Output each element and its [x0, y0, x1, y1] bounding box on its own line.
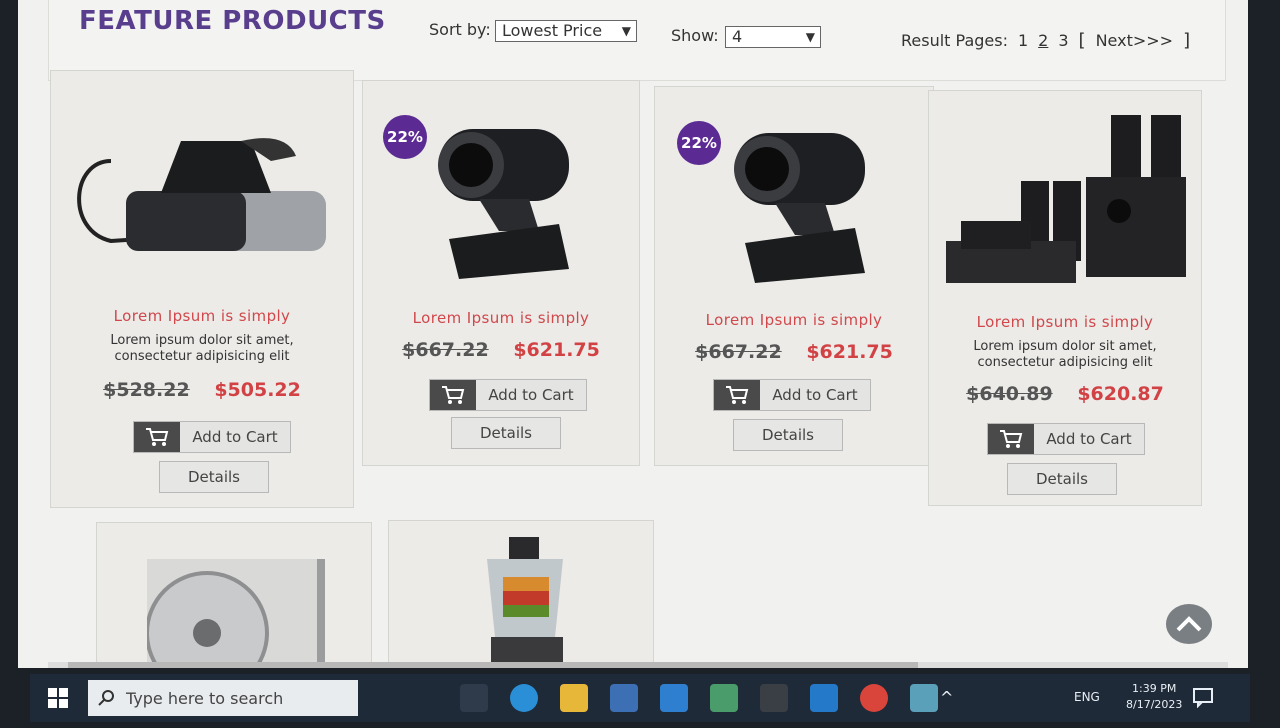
page-link-1[interactable]: 1 [1018, 31, 1028, 50]
product-card [96, 522, 372, 668]
chevron-up-icon [1176, 616, 1202, 632]
vscode-icon[interactable] [810, 684, 838, 712]
blender-image[interactable] [475, 537, 575, 667]
price-row: $667.22 $621.75 [655, 341, 933, 363]
add-to-cart-label: Add to Cart [772, 386, 858, 404]
windows-start-icon[interactable] [48, 688, 68, 708]
old-price: $667.22 [695, 341, 782, 363]
terminal-icon[interactable] [760, 684, 788, 712]
show-select-value: 4 [732, 27, 743, 46]
webcam-image[interactable] [419, 119, 579, 289]
product-toolbar: FEATURE PRODUCTS Sort by: Lowest Price ▼… [48, 0, 1226, 81]
pagination: Result Pages: 1 2 3 [ Next>>> ] [901, 30, 1190, 51]
page-link-2[interactable]: 2 [1038, 31, 1048, 50]
product-title[interactable]: Lorem Ipsum is simply [929, 313, 1201, 331]
chevron-down-icon: ▼ [621, 24, 631, 38]
language-indicator[interactable]: ENG [1074, 690, 1100, 704]
product-card: 22% Lorem Ipsum is simply $667.22 $621.7… [362, 80, 640, 466]
store-icon[interactable] [610, 684, 638, 712]
search-placeholder: Type here to search [126, 688, 284, 708]
webcam-image[interactable] [715, 123, 875, 293]
mail-icon[interactable] [660, 684, 688, 712]
cart-icon [988, 424, 1034, 454]
details-button[interactable]: Details [733, 419, 843, 451]
sort-label: Sort by: [429, 20, 491, 39]
next-page-link[interactable]: Next>>> [1096, 31, 1174, 50]
speakers-image[interactable] [941, 111, 1191, 301]
page-title: FEATURE PRODUCTS [79, 6, 386, 36]
cart-icon [714, 380, 760, 410]
new-price: $620.87 [1077, 383, 1164, 405]
product-title[interactable]: Lorem Ipsum is simply [51, 307, 353, 325]
add-to-cart-label: Add to Cart [1046, 430, 1132, 448]
product-description: Lorem ipsum dolor sit amet, consectetur … [110, 333, 294, 364]
new-price: $505.22 [214, 379, 301, 401]
scroll-to-top-button[interactable] [1166, 604, 1212, 644]
bracket-close: ] [1183, 30, 1191, 51]
sort-select-value: Lowest Price [502, 21, 603, 40]
product-description: Lorem ipsum dolor sit amet, consectetur … [973, 339, 1157, 370]
chevron-up-icon[interactable]: ^ [940, 688, 953, 707]
chevron-down-icon: ▼ [805, 30, 815, 44]
show-label: Show: [671, 26, 719, 45]
add-to-cart-label: Add to Cart [192, 428, 278, 446]
price-row: $528.22 $505.22 [51, 379, 353, 401]
old-price: $640.89 [966, 383, 1053, 405]
photos-icon[interactable] [710, 684, 738, 712]
browser-viewport: FEATURE PRODUCTS Sort by: Lowest Price ▼… [18, 0, 1248, 668]
task-view-icon[interactable] [460, 684, 488, 712]
cart-icon [430, 380, 476, 410]
add-to-cart-button[interactable]: Add to Cart [429, 379, 587, 411]
steam-iron-image[interactable] [71, 121, 331, 271]
old-price: $667.22 [402, 339, 489, 361]
add-to-cart-button[interactable]: Add to Cart [713, 379, 871, 411]
new-price: $621.75 [513, 339, 600, 361]
taskbar-search-input[interactable]: Type here to search [88, 680, 358, 716]
clock-date[interactable]: 8/17/2023 [1126, 698, 1182, 711]
scrollbar-thumb[interactable] [68, 662, 918, 668]
add-to-cart-button[interactable]: Add to Cart [987, 423, 1145, 455]
result-pages-label: Result Pages: [901, 31, 1008, 50]
edge-icon[interactable] [510, 684, 538, 712]
product-card: Lorem Ipsum is simply Lorem ipsum dolor … [928, 90, 1202, 506]
app-icon[interactable] [910, 684, 938, 712]
product-card [388, 520, 654, 668]
add-to-cart-label: Add to Cart [488, 386, 574, 404]
price-row: $667.22 $621.75 [363, 339, 639, 361]
notification-icon[interactable] [1192, 686, 1214, 708]
taskbar: Type here to search ^ ENG 1:39 PM 8/17/2… [30, 674, 1250, 722]
details-button[interactable]: Details [451, 417, 561, 449]
product-card: 22% Lorem Ipsum is simply $667.22 $621.7… [654, 86, 934, 466]
product-card: Lorem Ipsum is simply Lorem ipsum dolor … [50, 70, 354, 508]
sort-select[interactable]: Lowest Price ▼ [495, 20, 637, 42]
cart-icon [134, 422, 180, 452]
page-link-3[interactable]: 3 [1058, 31, 1068, 50]
file-explorer-icon[interactable] [560, 684, 588, 712]
horizontal-scrollbar[interactable] [48, 662, 1228, 668]
add-to-cart-button[interactable]: Add to Cart [133, 421, 291, 453]
old-price: $528.22 [103, 379, 190, 401]
fan-image[interactable] [147, 559, 327, 668]
price-row: $640.89 $620.87 [929, 383, 1201, 405]
details-button[interactable]: Details [159, 461, 269, 493]
clock-time[interactable]: 1:39 PM [1132, 682, 1176, 695]
new-price: $621.75 [806, 341, 893, 363]
show-select[interactable]: 4 ▼ [725, 26, 821, 48]
chrome-icon[interactable] [860, 684, 888, 712]
product-title[interactable]: Lorem Ipsum is simply [655, 311, 933, 329]
bracket-open: [ [1078, 30, 1086, 51]
product-title[interactable]: Lorem Ipsum is simply [363, 309, 639, 327]
details-button[interactable]: Details [1007, 463, 1117, 495]
search-icon [98, 690, 114, 706]
